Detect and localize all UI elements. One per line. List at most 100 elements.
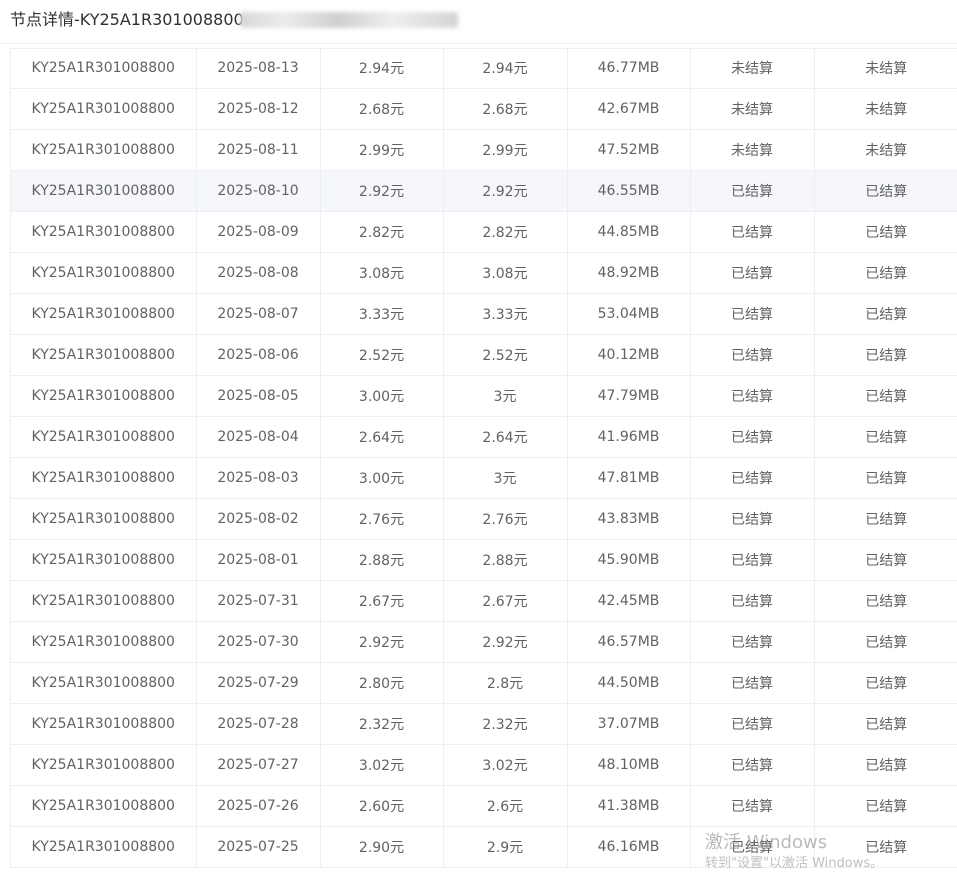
payout-status-cell: 已结算 — [814, 744, 957, 786]
settled-income-cell: 2.9元 — [443, 826, 568, 868]
table-row[interactable]: KY25A1R301008800 2025-08-10 2.92元 2.92元 46.5… — [11, 170, 957, 212]
settled-income-cell: 2.8元 — [443, 662, 568, 704]
table-row[interactable]: KY25A1R301008800 2025-08-08 3.08元 3.08元 48.9… — [11, 252, 957, 294]
settled-income-cell: 3.02元 — [443, 744, 568, 786]
node-id-cell: KY25A1R301008800 — [11, 703, 197, 745]
node-id-cell: KY25A1R301008800 — [11, 293, 197, 335]
date-cell: 2025-07-28 — [196, 703, 321, 745]
traffic-cell: 44.50MB — [567, 662, 691, 704]
income-cell: 3.00元 — [320, 375, 444, 417]
payout-status-cell: 已结算 — [814, 293, 957, 335]
settlement-status-cell: 未结算 — [690, 48, 815, 89]
table-row[interactable]: KY25A1R301008800 2025-08-04 2.64元 2.64元 41.9… — [11, 416, 957, 458]
payout-status-cell: 已结算 — [814, 785, 957, 827]
table-row[interactable]: KY25A1R301008800 2025-07-29 2.80元 2.8元 44.50… — [11, 662, 957, 704]
date-cell: 2025-07-26 — [196, 785, 321, 827]
income-cell: 2.99元 — [320, 129, 444, 171]
table-row[interactable]: KY25A1R301008800 2025-08-07 3.33元 3.33元 53.0… — [11, 293, 957, 335]
date-cell: 2025-08-01 — [196, 539, 321, 581]
payout-status-cell: 已结算 — [814, 416, 957, 458]
traffic-cell: 42.67MB — [567, 88, 691, 130]
traffic-cell: 44.85MB — [567, 211, 691, 253]
node-id-cell: KY25A1R301008800 — [11, 498, 197, 540]
node-id-cell: KY25A1R301008800 — [11, 539, 197, 581]
node-id-cell: KY25A1R301008800 — [11, 375, 197, 417]
node-id-cell: KY25A1R301008800 — [11, 334, 197, 376]
traffic-cell: 46.77MB — [567, 48, 691, 89]
node-detail-table-container[interactable]: KY25A1R301008800 2025-08-13 2.94元 2.94元 46.7… — [10, 48, 957, 868]
settled-income-cell: 3元 — [443, 457, 568, 499]
traffic-cell: 46.16MB — [567, 826, 691, 868]
traffic-cell: 41.38MB — [567, 785, 691, 827]
table-body: KY25A1R301008800 2025-08-13 2.94元 2.94元 46.7… — [11, 48, 957, 868]
node-id-cell: KY25A1R301008800 — [11, 211, 197, 253]
payout-status-cell: 已结算 — [814, 170, 957, 212]
payout-status-cell: 已结算 — [814, 580, 957, 622]
node-id-cell: KY25A1R301008800 — [11, 129, 197, 171]
settled-income-cell: 3.08元 — [443, 252, 568, 294]
payout-status-cell: 已结算 — [814, 334, 957, 376]
traffic-cell: 47.79MB — [567, 375, 691, 417]
date-cell: 2025-08-11 — [196, 129, 321, 171]
node-id-cell: KY25A1R301008800 — [11, 785, 197, 827]
table-row[interactable]: KY25A1R301008800 2025-08-12 2.68元 2.68元 42.6… — [11, 88, 957, 130]
income-cell: 2.80元 — [320, 662, 444, 704]
settled-income-cell: 2.92元 — [443, 170, 568, 212]
payout-status-cell: 已结算 — [814, 826, 957, 868]
table-row[interactable]: KY25A1R301008800 2025-08-03 3.00元 3元 47.81MB… — [11, 457, 957, 499]
page-title: 节点详情-KY25A1R301008800 — [10, 10, 244, 29]
payout-status-cell: 未结算 — [814, 48, 957, 89]
settled-income-cell: 2.99元 — [443, 129, 568, 171]
table-row[interactable]: KY25A1R301008800 2025-08-11 2.99元 2.99元 47.5… — [11, 129, 957, 171]
table-row[interactable]: KY25A1R301008800 2025-08-02 2.76元 2.76元 43.8… — [11, 498, 957, 540]
traffic-cell: 48.10MB — [567, 744, 691, 786]
traffic-cell: 46.57MB — [567, 621, 691, 663]
table-row[interactable]: KY25A1R301008800 2025-08-09 2.82元 2.82元 44.8… — [11, 211, 957, 253]
income-cell: 2.76元 — [320, 498, 444, 540]
table-row[interactable]: KY25A1R301008800 2025-07-31 2.67元 2.67元 42.4… — [11, 580, 957, 622]
income-cell: 2.68元 — [320, 88, 444, 130]
payout-status-cell: 未结算 — [814, 88, 957, 130]
payout-status-cell: 已结算 — [814, 211, 957, 253]
traffic-cell: 47.81MB — [567, 457, 691, 499]
settled-income-cell: 2.6元 — [443, 785, 568, 827]
settled-income-cell: 2.82元 — [443, 211, 568, 253]
date-cell: 2025-08-03 — [196, 457, 321, 499]
table-row[interactable]: KY25A1R301008800 2025-08-01 2.88元 2.88元 45.9… — [11, 539, 957, 581]
date-cell: 2025-08-13 — [196, 48, 321, 89]
settlement-status-cell: 已结算 — [690, 662, 815, 704]
date-cell: 2025-08-10 — [196, 170, 321, 212]
table-row[interactable]: KY25A1R301008800 2025-08-06 2.52元 2.52元 40.1… — [11, 334, 957, 376]
traffic-cell: 45.90MB — [567, 539, 691, 581]
income-cell: 2.88元 — [320, 539, 444, 581]
node-id-cell: KY25A1R301008800 — [11, 621, 197, 663]
table-row[interactable]: KY25A1R301008800 2025-07-28 2.32元 2.32元 37.0… — [11, 703, 957, 745]
settlement-status-cell: 已结算 — [690, 293, 815, 335]
node-id-cell: KY25A1R301008800 — [11, 416, 197, 458]
income-cell: 2.82元 — [320, 211, 444, 253]
date-cell: 2025-08-04 — [196, 416, 321, 458]
page-header: 节点详情-KY25A1R301008800 — [0, 0, 957, 44]
table-row[interactable]: KY25A1R301008800 2025-08-05 3.00元 3元 47.79MB… — [11, 375, 957, 417]
redacted-title-suffix — [240, 12, 458, 28]
payout-status-cell: 已结算 — [814, 621, 957, 663]
traffic-cell: 47.52MB — [567, 129, 691, 171]
settled-income-cell: 2.68元 — [443, 88, 568, 130]
node-id-cell: KY25A1R301008800 — [11, 252, 197, 294]
table-row[interactable]: KY25A1R301008800 2025-07-26 2.60元 2.6元 41.38… — [11, 785, 957, 827]
settlement-status-cell: 已结算 — [690, 375, 815, 417]
table-row[interactable]: KY25A1R301008800 2025-07-25 2.90元 2.9元 46.16… — [11, 826, 957, 868]
income-cell: 3.02元 — [320, 744, 444, 786]
date-cell: 2025-08-05 — [196, 375, 321, 417]
date-cell: 2025-08-06 — [196, 334, 321, 376]
income-cell: 3.08元 — [320, 252, 444, 294]
traffic-cell: 41.96MB — [567, 416, 691, 458]
table-row[interactable]: KY25A1R301008800 2025-07-27 3.02元 3.02元 48.1… — [11, 744, 957, 786]
settlement-status-cell: 已结算 — [690, 744, 815, 786]
table-row[interactable]: KY25A1R301008800 2025-08-13 2.94元 2.94元 46.7… — [11, 48, 957, 89]
payout-status-cell: 未结算 — [814, 129, 957, 171]
date-cell: 2025-08-02 — [196, 498, 321, 540]
table-row[interactable]: KY25A1R301008800 2025-07-30 2.92元 2.92元 46.5… — [11, 621, 957, 663]
date-cell: 2025-07-25 — [196, 826, 321, 868]
traffic-cell: 48.92MB — [567, 252, 691, 294]
